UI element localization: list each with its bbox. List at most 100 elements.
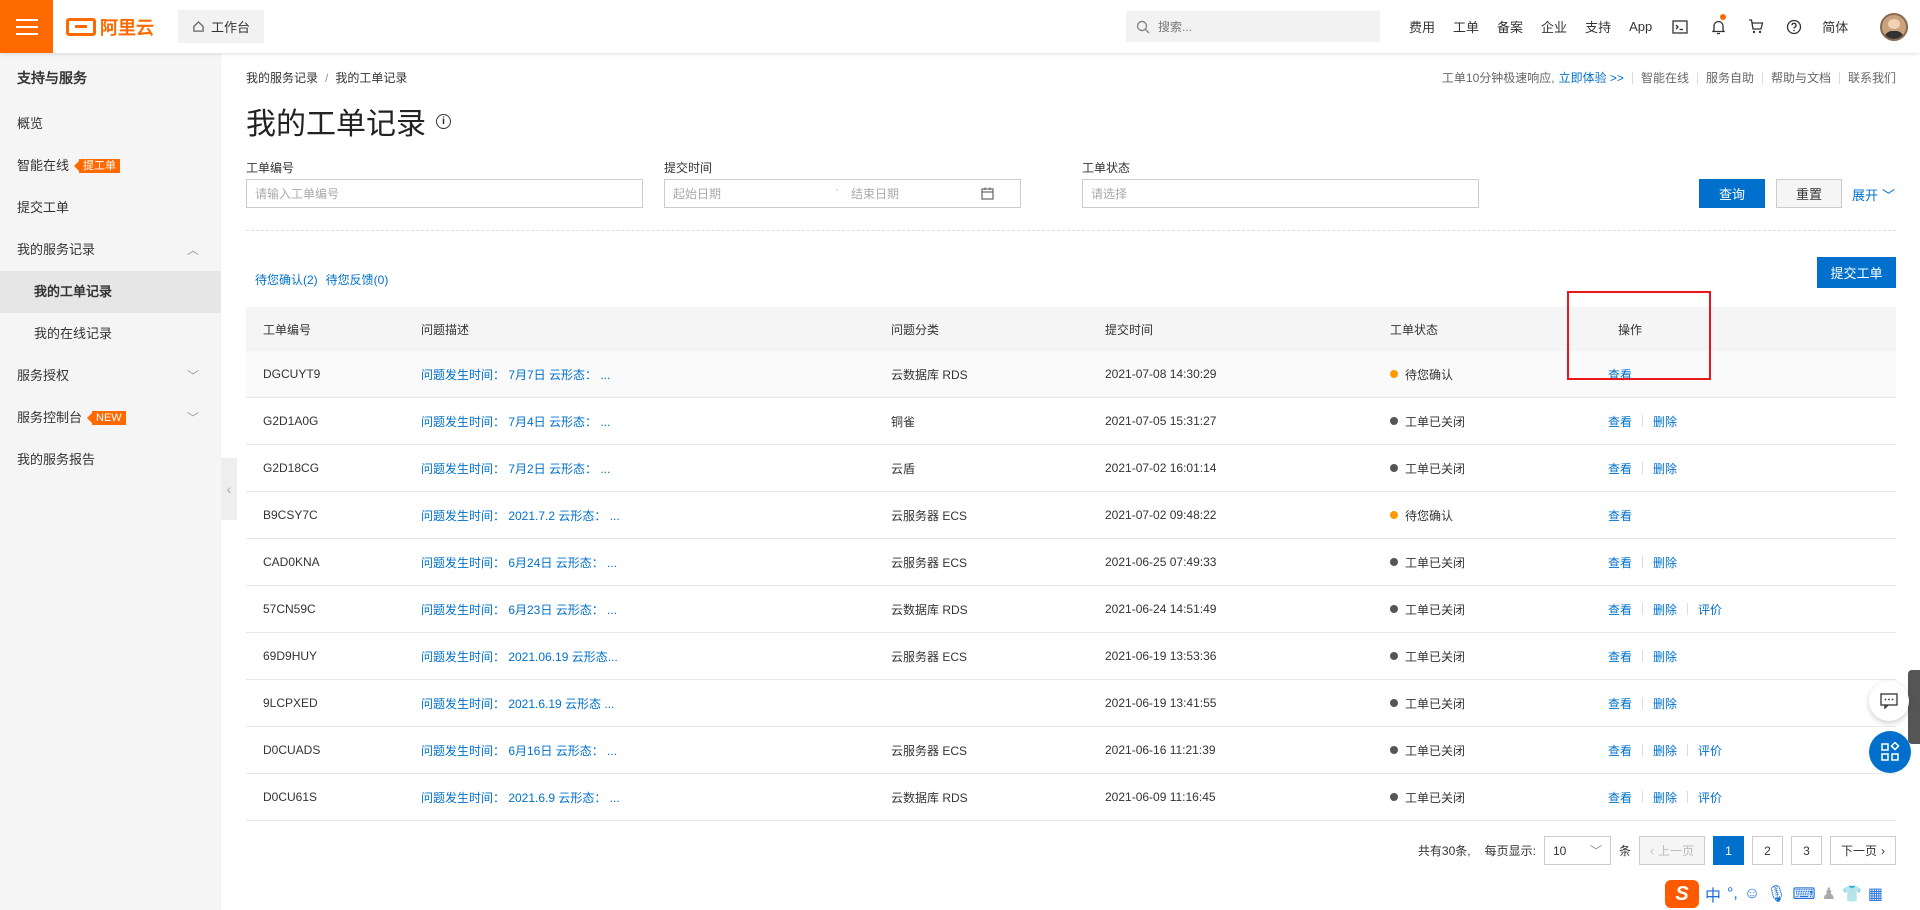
submit-time-label: 提交时间 bbox=[664, 161, 713, 175]
prev-page-button[interactable]: ‹ 上一页 bbox=[1638, 836, 1705, 865]
view-button[interactable]: 查看 bbox=[1608, 554, 1632, 571]
sidebar-item-my-tickets[interactable]: 我的工单记录 bbox=[0, 271, 221, 313]
view-button[interactable]: 查看 bbox=[1608, 366, 1632, 383]
nav-enterprise[interactable]: 企业 bbox=[1532, 0, 1576, 53]
apps-icon[interactable] bbox=[1869, 731, 1911, 773]
workbench-button[interactable]: 工作台 bbox=[178, 10, 265, 43]
rate-button[interactable]: 评价 bbox=[1698, 601, 1722, 618]
nav-tickets[interactable]: 工单 bbox=[1444, 0, 1488, 53]
delete-button[interactable]: 删除 bbox=[1653, 460, 1677, 477]
rate-button[interactable]: 评价 bbox=[1698, 789, 1722, 806]
page-3-button[interactable]: 3 bbox=[1790, 836, 1822, 865]
ticket-status: 工单已关闭 bbox=[1390, 789, 1608, 806]
side-panel-tab[interactable] bbox=[1908, 670, 1920, 744]
date-range-picker[interactable]: ˋ bbox=[664, 179, 1021, 208]
search-input[interactable] bbox=[1158, 19, 1370, 34]
bell-icon[interactable] bbox=[1699, 0, 1737, 53]
sidebar-item-service-records[interactable]: 我的服务记录 ︿ bbox=[0, 229, 221, 271]
link-contact-us[interactable]: 联系我们 bbox=[1848, 69, 1896, 86]
cart-icon[interactable] bbox=[1737, 0, 1775, 53]
breadcrumb-service-records[interactable]: 我的服务记录 bbox=[246, 71, 318, 85]
info-icon[interactable]: i bbox=[436, 113, 451, 129]
aliyun-logo[interactable]: 阿里云 bbox=[66, 14, 154, 40]
sidebar-item-smart-online[interactable]: 智能在线 提工单 bbox=[0, 145, 221, 187]
start-date-input[interactable] bbox=[673, 186, 823, 201]
ticket-description-link[interactable]: 问题发生时间： 7月2日 云形态： ... bbox=[421, 460, 891, 477]
help-icon[interactable] bbox=[1775, 0, 1813, 53]
sidebar-item-submit-ticket[interactable]: 提交工单 bbox=[0, 187, 221, 229]
sidebar-item-service-report[interactable]: 我的服务报告 bbox=[0, 439, 221, 481]
nav-fees[interactable]: 费用 bbox=[1400, 0, 1444, 53]
view-button[interactable]: 查看 bbox=[1608, 413, 1632, 430]
page-2-button[interactable]: 2 bbox=[1751, 836, 1783, 865]
ticket-description-link[interactable]: 问题发生时间： 2021.6.19 云形态 ... bbox=[421, 695, 891, 712]
sidebar-item-my-online-records[interactable]: 我的在线记录 bbox=[0, 313, 221, 355]
delete-button[interactable]: 删除 bbox=[1653, 742, 1677, 759]
delete-button[interactable]: 删除 bbox=[1653, 695, 1677, 712]
ticket-description-link[interactable]: 问题发生时间： 2021.6.9 云形态： ... bbox=[421, 789, 891, 806]
ime-mode[interactable]: 中 bbox=[1705, 882, 1721, 906]
ticket-description-link[interactable]: 问题发生时间： 7月7日 云形态： ... bbox=[421, 366, 891, 383]
pending-confirm-link[interactable]: 待您确认(2) bbox=[255, 271, 318, 288]
view-button[interactable]: 查看 bbox=[1608, 601, 1632, 618]
skin-icon[interactable]: ♟ bbox=[1822, 884, 1836, 904]
shirt-icon[interactable]: 👕 bbox=[1842, 884, 1862, 904]
menu-icon[interactable] bbox=[0, 0, 53, 53]
status-select-input[interactable] bbox=[1091, 186, 1470, 201]
link-self-service[interactable]: 服务自助 bbox=[1706, 69, 1754, 86]
view-button[interactable]: 查看 bbox=[1608, 695, 1632, 712]
global-search[interactable] bbox=[1126, 11, 1380, 42]
sogou-logo-icon[interactable]: S bbox=[1665, 880, 1699, 908]
sidebar-item-label: 服务控制台 bbox=[17, 410, 83, 425]
sidebar-collapse-handle[interactable]: ‹ bbox=[221, 458, 237, 520]
delete-button[interactable]: 删除 bbox=[1653, 601, 1677, 618]
ticket-description-link[interactable]: 问题发生时间： 2021.7.2 云形态： ... bbox=[421, 507, 891, 524]
ticket-description-link[interactable]: 问题发生时间： 6月16日 云形态： ... bbox=[421, 742, 891, 759]
end-date-input[interactable] bbox=[851, 186, 981, 201]
chat-icon[interactable] bbox=[1869, 681, 1909, 721]
grid-icon[interactable]: ▦ bbox=[1868, 884, 1883, 904]
sidebar-item-service-console[interactable]: 服务控制台 NEW ﹀ bbox=[0, 397, 221, 439]
ticket-no-field[interactable] bbox=[246, 179, 643, 208]
delete-button[interactable]: 删除 bbox=[1653, 554, 1677, 571]
language-switch[interactable]: 简体 bbox=[1813, 0, 1857, 53]
page-1-button[interactable]: 1 bbox=[1712, 836, 1744, 865]
ticket-description-link[interactable]: 问题发生时间： 6月24日 云形态： ... bbox=[421, 554, 891, 571]
ime-punctuation[interactable]: °, bbox=[1727, 885, 1738, 903]
user-avatar[interactable] bbox=[1880, 13, 1908, 41]
try-now-link[interactable]: 立即体验 >> bbox=[1559, 69, 1624, 86]
status-select[interactable] bbox=[1082, 179, 1479, 208]
sidebar-item-service-auth[interactable]: 服务授权 ﹀ bbox=[0, 355, 221, 397]
keyboard-icon[interactable]: ⌨ bbox=[1793, 884, 1816, 904]
view-button[interactable]: 查看 bbox=[1608, 460, 1632, 477]
nav-app[interactable]: App bbox=[1620, 0, 1661, 53]
delete-button[interactable]: 删除 bbox=[1653, 789, 1677, 806]
view-button[interactable]: 查看 bbox=[1608, 789, 1632, 806]
calendar-icon[interactable] bbox=[981, 187, 994, 200]
link-help-docs[interactable]: 帮助与文档 bbox=[1771, 69, 1831, 86]
query-button[interactable]: 查询 bbox=[1699, 179, 1765, 208]
pending-feedback-link[interactable]: 待您反馈(0) bbox=[326, 271, 389, 288]
view-button[interactable]: 查看 bbox=[1608, 742, 1632, 759]
submit-ticket-button[interactable]: 提交工单 bbox=[1817, 257, 1896, 288]
view-button[interactable]: 查看 bbox=[1608, 648, 1632, 665]
nav-icp[interactable]: 备案 bbox=[1488, 0, 1532, 53]
reset-button[interactable]: 重置 bbox=[1776, 179, 1842, 208]
rate-button[interactable]: 评价 bbox=[1698, 742, 1722, 759]
ticket-no-input[interactable] bbox=[255, 186, 634, 201]
delete-button[interactable]: 删除 bbox=[1653, 413, 1677, 430]
emoji-icon[interactable]: ☺ bbox=[1744, 885, 1760, 903]
expand-toggle[interactable]: 展开 ﹀ bbox=[1852, 185, 1895, 204]
nav-support[interactable]: 支持 bbox=[1576, 0, 1620, 53]
terminal-icon[interactable] bbox=[1661, 0, 1699, 53]
per-page-select[interactable]: 10 ﹀ bbox=[1543, 836, 1611, 865]
view-button[interactable]: 查看 bbox=[1608, 507, 1632, 524]
next-page-button[interactable]: 下一页 › bbox=[1829, 836, 1896, 865]
ticket-description-link[interactable]: 问题发生时间： 6月23日 云形态： ... bbox=[421, 601, 891, 618]
sidebar-item-overview[interactable]: 概览 bbox=[0, 103, 221, 145]
link-smart-online[interactable]: 智能在线 bbox=[1641, 69, 1689, 86]
mic-icon[interactable]: 🎙 bbox=[1766, 884, 1786, 904]
delete-button[interactable]: 删除 bbox=[1653, 648, 1677, 665]
ticket-description-link[interactable]: 问题发生时间： 2021.06.19 云形态... bbox=[421, 648, 891, 665]
ticket-description-link[interactable]: 问题发生时间： 7月4日 云形态： ... bbox=[421, 413, 891, 430]
